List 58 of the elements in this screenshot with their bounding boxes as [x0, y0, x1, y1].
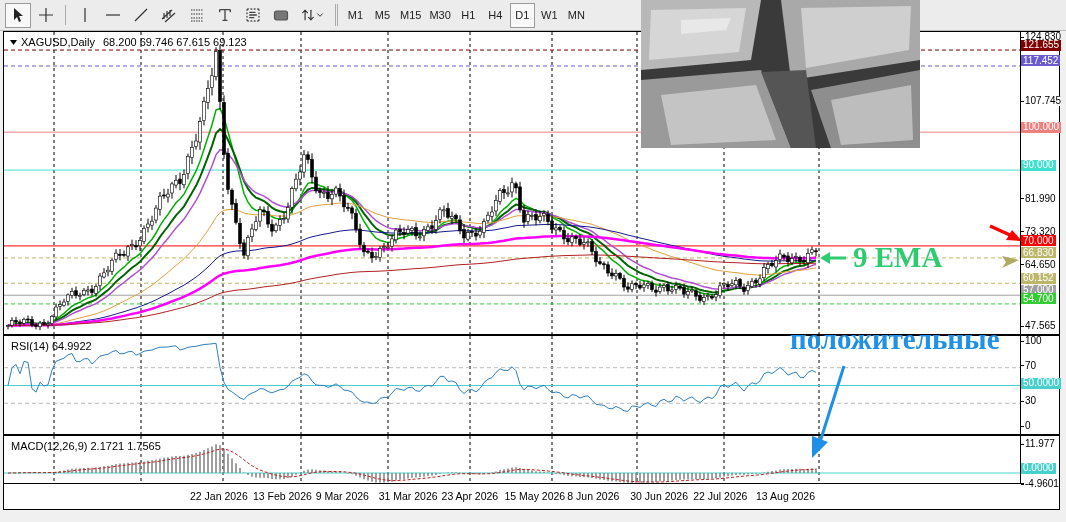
price-tag: 100.000 — [1021, 121, 1062, 133]
timeframe-button[interactable]: D1 — [509, 2, 535, 28]
indicator-title: RSI(14) 64.9922 — [11, 339, 92, 354]
date-label: 9 Mar 2026 — [315, 488, 370, 504]
rectangle-icon — [273, 7, 289, 23]
price-tag: 50.0000 — [1021, 377, 1062, 389]
date-label: 8 Jun 2026 — [567, 488, 621, 504]
timeframe-button[interactable]: M15 — [397, 2, 425, 28]
price-tag: 121.655 — [1021, 39, 1062, 51]
date-label: 22 Jan 2026 — [190, 488, 249, 504]
date-label: 15 May 2026 — [504, 488, 567, 504]
rsi-scale-label: 100 — [1024, 336, 1042, 346]
price-tag: 66.830 — [1021, 247, 1056, 259]
arrow-left-icon — [818, 251, 848, 265]
price-label: 81.990 — [1024, 193, 1056, 204]
price-label: 64.650 — [1024, 259, 1056, 270]
price-tag: 0.0000 — [1021, 462, 1056, 474]
date-label: 30 Jun 2026 — [630, 488, 690, 504]
arrows-icon — [301, 8, 325, 22]
vertical-line-icon — [84, 8, 86, 22]
drawing-tool-button[interactable] — [5, 2, 31, 28]
rsi-scale-label: 0 — [1024, 421, 1031, 431]
timeframe-button[interactable]: M5 — [370, 2, 395, 28]
symbol-label: XAGUSD,Daily — [21, 35, 95, 50]
rsi-scale-label: 30 — [1024, 396, 1037, 407]
price-label: 47.565 — [1024, 321, 1056, 331]
macd-scale-label: -4.9601 — [1024, 479, 1059, 489]
date-label: 22 Jul 2026 — [693, 488, 749, 504]
rsi-scale-label: 70 — [1024, 360, 1037, 371]
crosshair-icon — [38, 7, 54, 23]
ohlc-values: 68.200 69.746 67.615 69.123 — [102, 35, 247, 50]
text-icon — [217, 7, 233, 23]
date-label: 23 Apr 2026 — [441, 488, 500, 504]
date-label: 31 Mar 2026 — [378, 488, 439, 504]
channel-icon — [161, 7, 177, 23]
timeframe-button[interactable]: H1 — [455, 2, 481, 28]
arrow-down-right-icon — [988, 224, 1020, 242]
dashed-lines-icon — [189, 7, 205, 23]
annotation-text: 9 EMA — [853, 240, 943, 274]
price-label: 107.745 — [1024, 96, 1062, 107]
indicator-title: MACD(12,26,9) 2.1721 1.7565 — [11, 439, 161, 454]
date-label: 13 Aug 2026 — [756, 488, 816, 504]
date-label: 13 Feb 2026 — [252, 488, 313, 504]
text-label-icon — [245, 7, 261, 23]
timeframe-button[interactable]: MN — [563, 2, 589, 28]
collapse-triangle-icon[interactable] — [10, 39, 17, 45]
arrow-right-icon — [1000, 254, 1020, 270]
price-tag: 54.700 — [1021, 293, 1056, 305]
macd-scale-label: 11.977 — [1024, 439, 1055, 449]
timeframe-button[interactable]: H4 — [482, 2, 508, 28]
trend-line-icon — [133, 7, 149, 23]
horizontal-line-icon — [106, 14, 120, 16]
timeframe-button[interactable]: M30 — [426, 2, 454, 28]
price-tag: 117.452 — [1021, 55, 1061, 67]
price-tag: 60.152 — [1021, 272, 1056, 284]
timeframe-button[interactable]: W1 — [536, 2, 562, 28]
price-tag: 90.000 — [1021, 159, 1056, 171]
timeframe-button[interactable]: M1 — [343, 2, 368, 28]
